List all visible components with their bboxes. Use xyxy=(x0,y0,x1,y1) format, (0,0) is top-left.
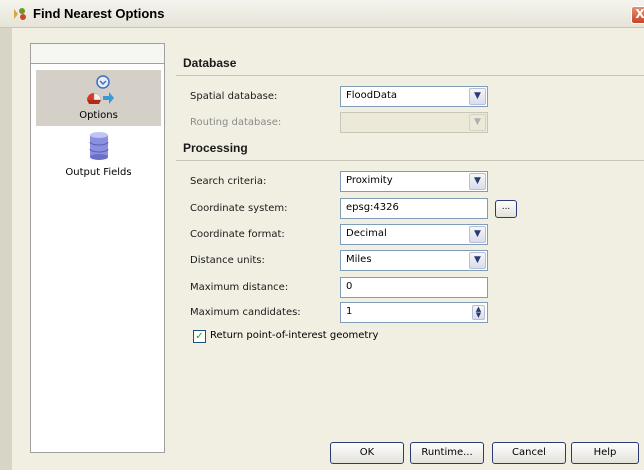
processing-separator xyxy=(176,160,644,161)
sidebar-item-label: Output Fields xyxy=(65,167,132,178)
distance-units-label: Distance units: xyxy=(190,255,265,266)
close-icon: X xyxy=(635,7,644,21)
help-button-label: Help xyxy=(593,447,617,458)
cancel-button[interactable]: Cancel xyxy=(492,442,566,464)
cancel-button-label: Cancel xyxy=(512,447,546,458)
browse-button-label: ... xyxy=(501,202,511,212)
ok-button[interactable]: OK xyxy=(330,442,404,464)
sidebar-item-output-fields[interactable]: Output Fields xyxy=(36,127,161,183)
spinner-arrows-icon[interactable]: ▲ ▼ xyxy=(472,305,485,320)
maximum-distance-label: Maximum distance: xyxy=(190,282,289,293)
window-title: Find Nearest Options xyxy=(33,6,165,21)
ok-button-label: OK xyxy=(359,447,375,458)
distance-units-select[interactable]: Miles ▼ xyxy=(340,250,488,271)
app-icon xyxy=(14,8,26,20)
spatial-database-label: Spatial database: xyxy=(190,91,278,102)
title-bar[interactable]: Find Nearest Options X xyxy=(0,0,644,28)
chevron-down-icon[interactable]: ▼ xyxy=(469,252,486,269)
coordinate-system-label: Coordinate system: xyxy=(190,203,288,214)
chevron-down-icon[interactable]: ▼ xyxy=(469,88,486,105)
database-icon xyxy=(89,132,108,160)
coordinate-format-select[interactable]: Decimal ▼ xyxy=(340,224,488,245)
coordinate-system-input[interactable]: epsg:4326 xyxy=(340,198,488,219)
return-poi-geometry-checkbox[interactable]: ✓ xyxy=(193,330,206,343)
chevron-down-icon[interactable]: ▼ xyxy=(469,173,486,190)
sidebar-item-options[interactable]: Options xyxy=(36,70,161,126)
chevron-down-icon[interactable]: ▼ xyxy=(469,114,486,131)
maximum-candidates-label: Maximum candidates: xyxy=(190,307,301,318)
search-criteria-label: Search criteria: xyxy=(190,176,267,187)
coordinate-format-label: Coordinate format: xyxy=(190,229,285,240)
sidebar: Options Output Fields xyxy=(30,43,165,453)
processing-section-title: Processing xyxy=(183,141,248,155)
routing-database-label: Routing database: xyxy=(190,117,282,128)
coordinate-system-value: epsg:4326 xyxy=(346,202,399,213)
window-frame-left xyxy=(0,28,12,470)
maximum-candidates-stepper[interactable]: 1 ▲ ▼ xyxy=(340,302,488,323)
database-separator xyxy=(176,75,644,76)
maximum-distance-value: 0 xyxy=(346,281,353,292)
routing-database-select[interactable]: ▼ xyxy=(340,112,488,133)
options-icon xyxy=(86,75,114,104)
close-button[interactable]: X xyxy=(631,6,644,24)
return-poi-geometry-label: Return point-of-interest geometry xyxy=(210,330,379,341)
search-criteria-value: Proximity xyxy=(346,175,393,186)
spatial-database-value: FloodData xyxy=(346,90,397,101)
search-criteria-select[interactable]: Proximity ▼ xyxy=(340,171,488,192)
spatial-database-select[interactable]: FloodData ▼ xyxy=(340,86,488,107)
coordinate-system-browse-button[interactable]: ... xyxy=(495,200,517,218)
sidebar-item-label: Options xyxy=(79,110,118,121)
coordinate-format-value: Decimal xyxy=(346,228,387,239)
database-section-title: Database xyxy=(183,56,237,70)
help-button[interactable]: Help xyxy=(571,442,639,464)
maximum-candidates-value: 1 xyxy=(346,306,353,317)
chevron-down-icon[interactable]: ▼ xyxy=(469,226,486,243)
dialog-window: Find Nearest Options X Options Output Fi… xyxy=(0,0,644,470)
distance-units-value: Miles xyxy=(346,254,372,265)
runtime-button-label: Runtime... xyxy=(421,447,473,458)
maximum-distance-input[interactable]: 0 xyxy=(340,277,488,298)
sidebar-header xyxy=(31,44,164,64)
runtime-button[interactable]: Runtime... xyxy=(410,442,484,464)
checkmark-icon: ✓ xyxy=(195,331,204,342)
